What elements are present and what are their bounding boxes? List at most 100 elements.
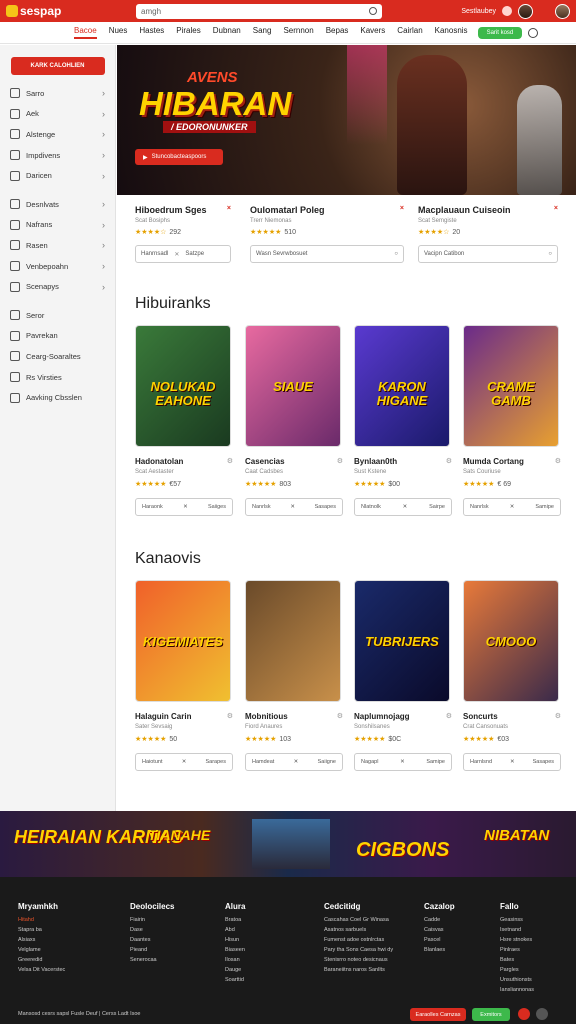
sidebar-item-rasen[interactable]: Rasen › [0,235,115,256]
featured-action-box[interactable]: Wasn Sevrwbosuet ○ [250,245,404,263]
featured-action-left[interactable]: Wasn Sevrwbosuet [256,251,307,257]
footer-link[interactable]: Unsuthionsts [500,975,534,985]
hero-play-button[interactable]: ▶ Stuncobacteaspoors [135,149,223,165]
help-icon[interactable] [528,27,539,38]
game-cover-image[interactable]: SIAUE [245,325,341,447]
footer-link[interactable]: Hitahd [18,915,65,925]
card-action-left[interactable]: Haiotunt [142,759,163,765]
game-card[interactable]: CMOOO Soncurts ⚙ Crat Cansonuats ★★★★★ €03 Har… [463,580,561,771]
footer-link[interactable]: Pinlraes [500,945,534,955]
featured-action-left[interactable]: Vacipn Catibon [424,251,464,257]
game-card[interactable]: NOLUKAD EAHONE Hadonatolan ⚙ Scat Aestaster… [135,325,233,516]
featured-item[interactable]: Macplauaun Cuiseoin × Scat Semgiste ★★★★☆ 20… [418,205,558,263]
footer-link[interactable]: Isetnand [500,925,534,935]
close-icon[interactable]: ✕ [290,504,295,510]
footer-link[interactable]: Pargles [500,965,534,975]
nav-tab-kanosnis[interactable]: Kanosnis [435,26,468,39]
card-action-left[interactable]: Haraonk [142,504,163,510]
footer-green-button[interactable]: Exmitors [472,1008,510,1021]
app-logo[interactable]: sespap [6,4,136,18]
card-action-left[interactable]: Nagapl [361,759,378,765]
footer-link[interactable]: Hsre stnokes [500,935,534,945]
nav-cta-button[interactable]: Sarit kosd [477,26,523,39]
footer-link[interactable]: Baraneiitns naros Sanllts [324,965,393,975]
search-input[interactable]: amgh [136,3,382,19]
card-action-right[interactable]: Sairpe [429,504,445,510]
footer-link[interactable]: Blanlaes [424,945,455,955]
nav-tab-nues[interactable]: Nues [109,26,128,39]
sidebar-item-aavking-cbsslen[interactable]: Aavking Cbsslen [0,387,115,408]
card-action-left[interactable]: Nlatnolk [361,504,381,510]
game-cover-image[interactable]: TUBRIJERS [354,580,450,702]
refresh-icon[interactable]: ○ [548,251,552,257]
footer-link[interactable]: Alsiaxs [18,935,65,945]
sidebar-item-daricen[interactable]: Daricen › [0,165,115,186]
featured-action-left[interactable]: Hanrnsadl [141,251,168,257]
footer-link[interactable]: Senerocaa [130,955,174,965]
footer-link[interactable]: Cascahas Coel Gr Winasa [324,915,393,925]
footer-link[interactable]: Stapra ba [18,925,65,935]
close-icon[interactable]: ✕ [510,504,515,510]
footer-link[interactable]: Greeredid [18,955,65,965]
card-action-left[interactable]: Nanrlsk [470,504,489,510]
sidebar-item-alstenge[interactable]: Alstenge › [0,124,115,145]
game-card[interactable]: KIGEMIATES Halaguin Carin ⚙ Sater Sevsaig ★★… [135,580,233,771]
featured-item[interactable]: Hiboedrum Sges × Scat Bosiphs ★★★★☆ 292 Hanrn… [135,205,231,263]
footer-link[interactable]: Dauge [225,965,245,975]
game-card-actions[interactable]: Hamdeat ✕ Saiigne [245,753,343,771]
footer-link[interactable]: Pary tha Sons Caesa hwi dy [324,945,393,955]
sidebar-cta-button[interactable]: KARK CALOHLIEN [10,57,105,75]
footer-link[interactable]: Pieand [130,945,174,955]
gear-icon[interactable]: ⚙ [337,457,343,466]
game-cover-image[interactable]: KARON HIGANE [354,325,450,447]
close-icon[interactable]: × [554,205,558,215]
close-icon[interactable]: × [227,205,231,215]
gear-icon[interactable]: ⚙ [555,712,561,721]
close-icon[interactable]: ✕ [183,504,188,510]
game-card[interactable]: TUBRIJERS Naplumnojagg ⚙ Sonshilsanes ★★★★★ $… [354,580,452,771]
nav-tab-pirales[interactable]: Pirales [176,26,200,39]
card-action-right[interactable]: Sasapes [533,759,554,765]
game-cover-image[interactable]: KIGEMIATES [135,580,231,702]
card-action-right[interactable]: Saiiges [208,504,226,510]
footer-link[interactable]: Fumenst adoe ostnlrctas [324,935,393,945]
footer-red-button[interactable]: Earaolles Carnzas [410,1008,466,1021]
footer-link[interactable]: Hisun [225,935,245,945]
game-card[interactable]: CRAME GAMB Mumda Cortang ⚙ Sats Couriuse ★★★… [463,325,561,516]
card-action-right[interactable]: Saiigne [318,759,336,765]
sidebar-item-venbepoahn[interactable]: Venbepoahn › [0,256,115,277]
game-card-actions[interactable]: Harnlsnd ✕ Sasapes [463,753,561,771]
sidebar-item-pavrekan[interactable]: Pavrekan [0,326,115,347]
nav-tab-kavers[interactable]: Kavers [360,26,385,39]
close-icon[interactable]: ✕ [294,759,299,765]
game-card[interactable]: Mobnitious ⚙ Fiord Anaures ★★★★★ 103 Hamdeat ✕… [245,580,343,771]
game-card-actions[interactable]: Nanrlsk ✕ Sasapes [245,498,343,516]
gear-icon[interactable]: ⚙ [337,712,343,721]
hero-banner[interactable]: AVENS HIBARAN / EDORONUNKER ▶ Stuncobact… [117,45,576,195]
avatar[interactable] [518,3,533,19]
footer-link[interactable]: Biaseen [225,945,245,955]
sidebar-item-rs-virsties[interactable]: Rs Virsties [0,367,115,388]
game-card-actions[interactable]: Nagapl ✕ Samipe [354,753,452,771]
footer-link[interactable]: Geasinss [500,915,534,925]
gear-icon[interactable]: ⚙ [446,457,452,466]
card-action-left[interactable]: Nanrlsk [252,504,271,510]
nav-tab-bepas[interactable]: Bepas [326,26,349,39]
footer-link[interactable]: Iansliannonas [500,985,534,995]
footer-link[interactable]: Dase [130,925,174,935]
game-cover-image[interactable] [245,580,341,702]
profile-avatar[interactable] [555,3,570,19]
card-action-left[interactable]: Hamdeat [252,759,274,765]
featured-item[interactable]: Oulomatarl Poleg × Trerr Niemonas ★★★★★ 510 W… [250,205,404,263]
card-action-right[interactable]: Samipe [535,504,554,510]
help-icon[interactable] [536,1008,548,1020]
game-cover-image[interactable]: CMOOO [463,580,559,702]
sidebar-item-aek[interactable]: Aek › [0,104,115,125]
sidebar-item-cearg-soaraltes[interactable]: Cearg-Soaraltes [0,346,115,367]
close-icon[interactable]: ✕ [403,504,408,510]
gear-icon[interactable]: ⚙ [227,457,233,466]
gear-icon[interactable]: ⚙ [555,457,561,466]
footer-link[interactable]: Bratoa [225,915,245,925]
game-card-actions[interactable]: Haraonk ✕ Saiiges [135,498,233,516]
footer-link[interactable]: Stenisrro noteo desicnaus [324,955,393,965]
